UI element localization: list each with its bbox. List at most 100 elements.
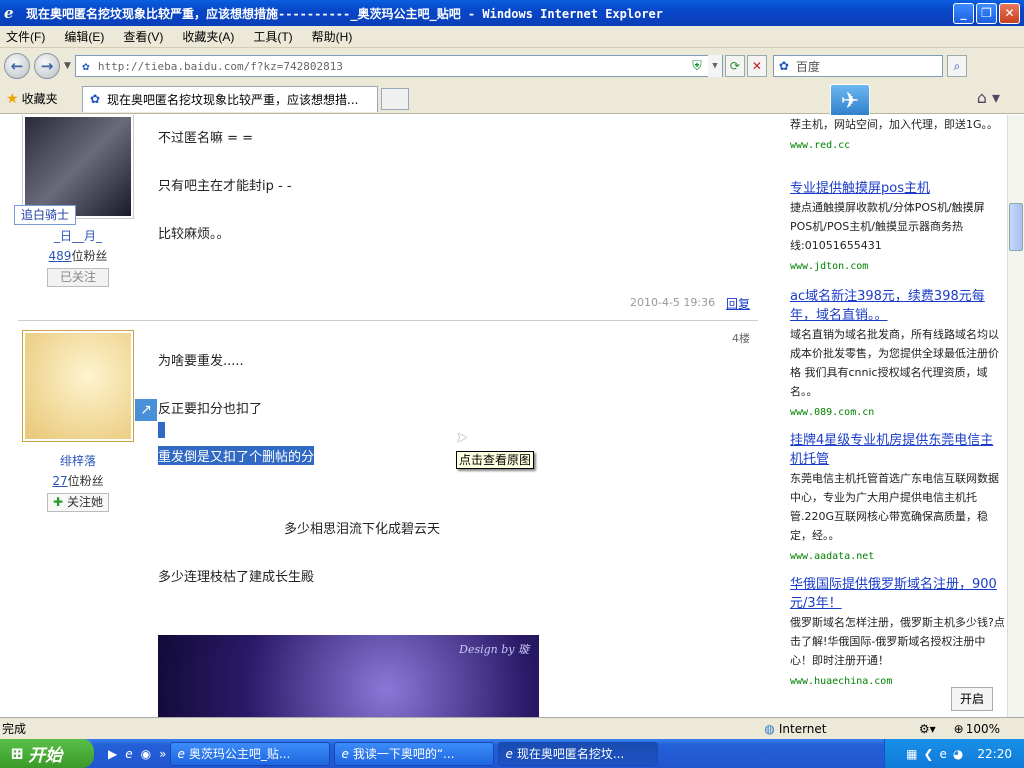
task-label: 我读一下奥吧的“... xyxy=(352,747,455,761)
minimize-button[interactable]: _ xyxy=(953,2,974,24)
search-box[interactable]: ✿ 百度 xyxy=(772,55,943,77)
username[interactable]: _日__月_ xyxy=(18,227,138,244)
ie-logo-icon: e xyxy=(4,4,14,22)
fans-link[interactable]: 489 xyxy=(49,249,72,263)
maximize-button[interactable]: ❐ xyxy=(976,2,997,24)
taskbar: ⊞ 开始 ▶ e ◉ » e 奥茨玛公主吧_贴... e 我读一下奥吧的“... e现… xyxy=(0,739,1024,768)
fans-count: 27位粉丝 xyxy=(18,472,138,489)
taskbar-item[interactable]: e 奥茨玛公主吧_贴... xyxy=(170,741,331,766)
address-url: http://tieba.baidu.com/f?kz=742802813 xyxy=(97,59,343,73)
menu-view[interactable]: 查看(V) xyxy=(123,28,163,45)
favorites-bar: ★ 收藏夹 ✿ 现在奥吧匿名挖坟现象比较严重，应该想想措... ✈ ⌂ ▾ xyxy=(0,84,1024,120)
image-tooltip: 点击查看原图 xyxy=(456,451,535,469)
address-dropdown-button[interactable]: ▼ xyxy=(707,55,722,77)
refresh-button[interactable]: ⟳ xyxy=(724,55,745,77)
follow-button[interactable]: ✚ 关注她 xyxy=(47,493,109,512)
post-2: 4楼 ↗ 绯梓落 27位粉丝 ✚ 关注她 为啥要重发..... 反正要扣分也扣了… xyxy=(18,330,758,717)
user-avatar[interactable] xyxy=(22,115,134,219)
quicklaunch-media-icon[interactable]: ▶ xyxy=(108,747,117,761)
ad-title[interactable]: 华俄国际提供俄罗斯域名注册，900元/3年！ xyxy=(790,575,1005,613)
menu-favorites[interactable]: 收藏夹(A) xyxy=(182,28,234,45)
ad-block-2: 专业提供触摸屏pos主机 捷点通触摸屏收款机/分体POS机/触摸屏POS机/PO… xyxy=(790,179,1005,276)
qq-icon[interactable]: ◕ xyxy=(953,747,963,761)
text-cursor xyxy=(158,422,165,438)
search-placeholder: 百度 xyxy=(795,59,820,74)
expand-image-icon[interactable]: ↗ xyxy=(134,398,158,422)
quicklaunch-app-icon[interactable]: ◉ xyxy=(141,747,151,761)
ad-block-1: 荐主机，网站空间，加入代理，即送1G。。 www.red.cc xyxy=(790,115,1005,155)
baidu-search-icon: ✿ xyxy=(778,59,789,73)
window-titlebar: e 现在奥吧匿名挖坟现象比较严重，应该想想措施----------_奥茨玛公主吧… xyxy=(0,0,1024,26)
window-title: 现在奥吧匿名挖坟现象比较严重，应该想想措施----------_奥茨玛公主吧_贴… xyxy=(26,6,663,21)
selected-post-text: 重发倒是又扣了个删帖的分 xyxy=(158,446,315,465)
ad-title[interactable]: 挂牌4星级专业机房提供东莞电信主机托管 xyxy=(790,431,1005,469)
start-button[interactable]: ⊞ 开始 xyxy=(0,739,94,768)
ad-url[interactable]: www.aadata.net xyxy=(790,547,1005,566)
menu-file[interactable]: 文件(F) xyxy=(6,28,45,45)
tray-ie-icon[interactable]: e xyxy=(940,747,947,761)
quicklaunch-more-icon[interactable]: » xyxy=(159,747,166,761)
home-icon[interactable]: ⌂ ▾ xyxy=(977,88,1000,107)
active-tab[interactable]: ✿ 现在奥吧匿名挖坟现象比较严重，应该想想措... xyxy=(82,85,378,112)
favorites-button[interactable]: ★ 收藏夹 xyxy=(0,90,80,107)
ad-title[interactable]: 专业提供触摸屏pos主机 xyxy=(790,179,1005,198)
post-date: 2010-4-5 19:36 xyxy=(630,296,716,309)
system-tray: ▦ ❮ e ◕ 22:20 xyxy=(884,739,1024,768)
ad-url[interactable]: www.jdton.com xyxy=(790,257,1005,276)
ad-url[interactable]: www.red.cc xyxy=(790,136,1005,155)
ad-block-5: 华俄国际提供俄罗斯域名注册，900元/3年！ 俄罗斯域名怎样注册，俄罗斯主机多少… xyxy=(790,575,1005,691)
reply-link[interactable]: 回复 xyxy=(726,295,750,312)
shield-icon[interactable]: ⛨ xyxy=(692,59,702,74)
ad-title[interactable]: ac域名新注398元，续费398元每年，域名直销。。 xyxy=(790,287,1005,325)
post-image[interactable]: Design by 璇 xyxy=(158,635,539,717)
post-text: 反正要扣分也扣了 xyxy=(158,402,263,417)
zoom-level[interactable]: 100% xyxy=(966,722,1000,736)
menu-help[interactable]: 帮助(H) xyxy=(312,28,353,45)
ie-task-icon: e xyxy=(341,746,349,761)
zoom-icon: ⊕ xyxy=(953,721,964,736)
menu-tools[interactable]: 工具(T) xyxy=(253,28,292,45)
keyboard-icon[interactable]: ▦ xyxy=(906,747,917,761)
search-button[interactable]: ⌕ xyxy=(946,55,967,77)
post-text: 多少相思泪流下化成碧云天 xyxy=(284,522,441,537)
page-content: 追白骑士 _日__月_ 489位粉丝 已关注 不过匿名嘛 = = 只有吧主在才能… xyxy=(0,115,1024,717)
windows-logo-icon: ⊞ xyxy=(10,743,25,764)
tray-chevron-icon[interactable]: ❮ xyxy=(923,747,933,761)
task-label: 现在奥吧匿名挖坟... xyxy=(516,747,625,761)
security-icon[interactable]: ⚙▾ xyxy=(919,722,936,736)
menu-edit[interactable]: 编辑(E) xyxy=(64,28,104,45)
vertical-scrollbar[interactable] xyxy=(1007,115,1024,717)
taskbar-item[interactable]: e 我读一下奥吧的“... xyxy=(334,741,495,766)
post-1: 追白骑士 _日__月_ 489位粉丝 已关注 不过匿名嘛 = = 只有吧主在才能… xyxy=(14,115,758,321)
user-avatar[interactable] xyxy=(22,330,134,442)
open-button[interactable]: 开启 xyxy=(951,687,993,711)
ad-desc: 域名直销为域名批发商，所有线路域名均以成本价批发零售，为您提供全球最低注册价格 … xyxy=(790,328,999,398)
post-text: 为啥要重发..... xyxy=(158,354,244,369)
ad-url[interactable]: www.089.com.cn xyxy=(790,403,1005,422)
post-text: 只有吧主在才能封ip - - xyxy=(158,179,292,194)
close-button[interactable]: ✕ xyxy=(999,2,1020,24)
star-icon: ★ xyxy=(6,90,19,107)
ad-desc: 俄罗斯域名怎样注册，俄罗斯主机多少钱?点击了解!华俄国际-俄罗斯域名授权注册中心… xyxy=(790,616,1005,667)
new-tab-button[interactable] xyxy=(381,87,409,110)
image-caption: Design by 璇 xyxy=(459,643,529,656)
forward-button[interactable]: → xyxy=(34,53,60,79)
taskbar-item-active[interactable]: e 现在奥吧匿名挖坟... xyxy=(498,741,659,766)
user-badge[interactable]: 追白骑士 xyxy=(14,205,76,225)
floor-number: 4楼 xyxy=(732,332,750,345)
history-dropdown-icon[interactable]: ▼ xyxy=(64,61,71,71)
ie-task-icon: e xyxy=(177,746,185,761)
scrollbar-thumb[interactable] xyxy=(1009,203,1023,251)
username[interactable]: 绯梓落 xyxy=(18,452,138,469)
post-text: 比较麻烦。。 xyxy=(158,227,230,242)
quicklaunch-ie-icon[interactable]: e xyxy=(125,747,132,761)
address-bar[interactable]: ✿ http://tieba.baidu.com/f?kz=742802813 … xyxy=(74,55,723,77)
back-button[interactable]: ← xyxy=(4,53,30,79)
fans-suffix: 位粉丝 xyxy=(71,249,108,263)
plus-icon: ✚ xyxy=(53,495,64,509)
fans-link[interactable]: 27 xyxy=(52,474,67,488)
followed-button[interactable]: 已关注 xyxy=(47,268,109,287)
post-divider xyxy=(18,320,758,321)
navigation-bar: ← → ▼ ✿ http://tieba.baidu.com/f?kz=7428… xyxy=(0,48,1024,84)
stop-button[interactable]: ✕ xyxy=(746,55,767,77)
